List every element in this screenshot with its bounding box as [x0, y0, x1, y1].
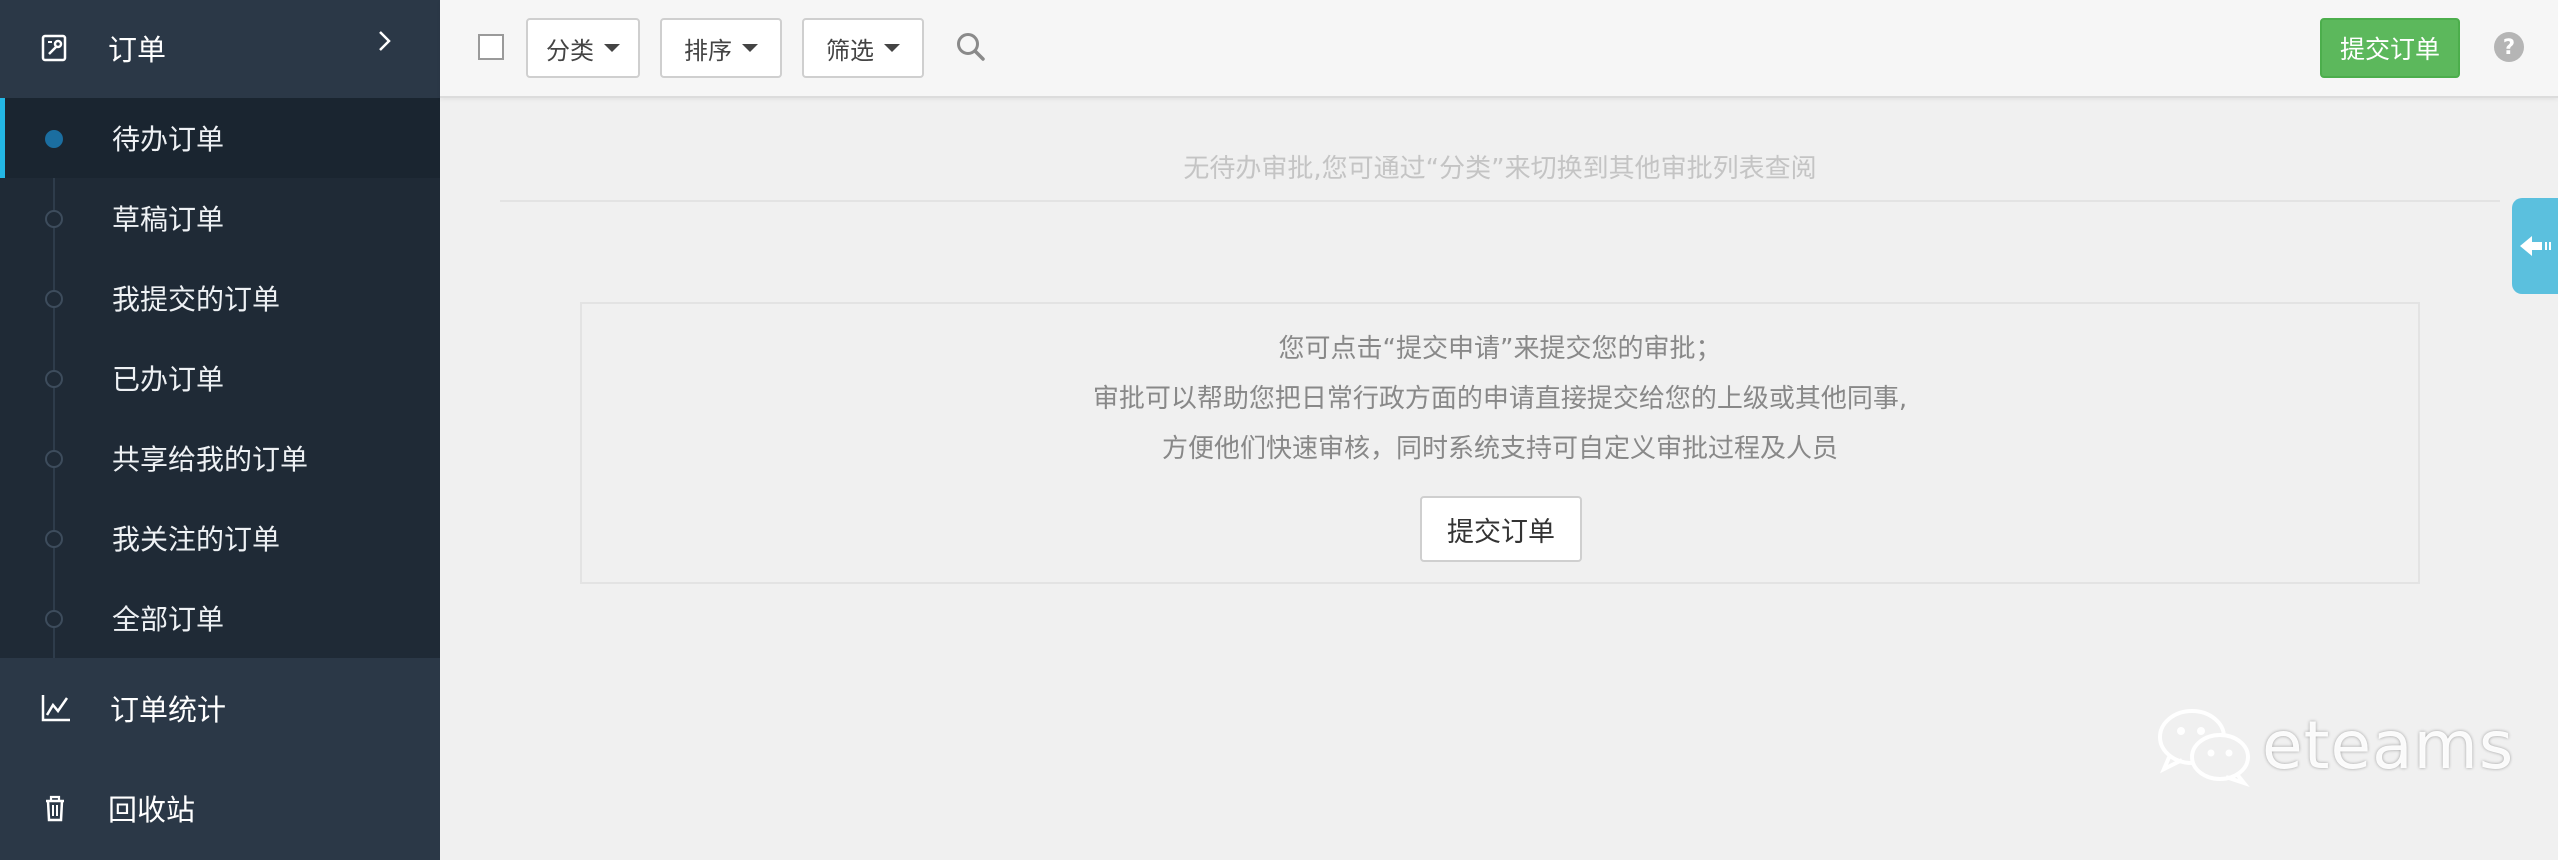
sidebar-item-label: 回收站	[108, 793, 196, 827]
chart-icon	[41, 695, 70, 722]
sidebar-item-label: 订单	[108, 33, 167, 67]
sidebar-item-pending[interactable]: 待办订单	[0, 98, 440, 178]
sidebar-item-followed[interactable]: 我关注的订单	[0, 498, 440, 578]
bullet-icon	[45, 290, 63, 308]
collapse-panel-tab[interactable]	[2512, 198, 2558, 294]
help-icon[interactable]: ?	[2494, 32, 2524, 62]
arrow-left-icon	[2520, 236, 2551, 256]
caret-down-icon	[742, 44, 758, 52]
sidebar-item-done[interactable]: 已办订单	[0, 338, 440, 418]
wechat-logo-icon	[2158, 709, 2250, 787]
filter-dropdown[interactable]: 筛选	[802, 18, 924, 78]
sidebar-item-label: 共享给我的订单	[112, 443, 309, 476]
sort-dropdown[interactable]: 排序	[660, 18, 782, 78]
sidebar-item-label: 我提交的订单	[112, 283, 281, 316]
chevron-right-icon[interactable]	[374, 26, 396, 56]
order-icon	[41, 34, 67, 62]
category-dropdown[interactable]: 分类	[526, 18, 640, 78]
category-dropdown-label: 分类	[546, 36, 594, 65]
caret-down-icon	[884, 44, 900, 52]
order-submenu: 待办订单 草稿订单 我提交的订单 已办订单 共享给我的订单 我关注的订单 全部订…	[0, 98, 440, 658]
select-all-checkbox[interactable]	[478, 34, 504, 60]
toolbar: 分类 排序 筛选 提交订单 ?	[440, 0, 2558, 98]
sidebar-item-recycle[interactable]: 回收站	[0, 758, 440, 858]
info-panel: 您可点击“提交申请”来提交您的审批； 审批可以帮助您把日常行政方面的申请直接提交…	[580, 302, 2420, 584]
bullet-icon	[45, 130, 63, 148]
sidebar-item-label: 全部订单	[112, 603, 225, 636]
bullet-icon	[45, 610, 63, 628]
bullet-icon	[45, 370, 63, 388]
sidebar-item-label: 我关注的订单	[112, 523, 281, 556]
caret-down-icon	[604, 44, 620, 52]
info-text-line: 审批可以帮助您把日常行政方面的申请直接提交给您的上级或其他同事,	[1092, 384, 1908, 414]
divider	[500, 200, 2500, 202]
filter-dropdown-label: 筛选	[826, 36, 874, 65]
empty-state-tip: 无待办审批,您可通过“分类”来切换到其他审批列表查阅	[1183, 154, 1817, 184]
info-text-line: 您可点击“提交申请”来提交您的审批；	[1278, 334, 1722, 364]
sidebar-item-label: 订单统计	[110, 693, 227, 727]
search-icon[interactable]	[954, 30, 988, 64]
bullet-icon	[45, 210, 63, 228]
submit-order-secondary-button[interactable]: 提交订单	[1420, 496, 1582, 562]
sort-dropdown-label: 排序	[684, 36, 732, 65]
info-text-line: 方便他们快速审核，同时系统支持可自定义审批过程及人员	[1161, 434, 1838, 464]
sidebar-item-label: 已办订单	[112, 363, 225, 396]
sidebar-item-label: 待办订单	[112, 123, 225, 156]
sidebar-item-drafts[interactable]: 草稿订单	[0, 178, 440, 258]
sidebar-item-stats[interactable]: 订单统计	[0, 658, 440, 758]
sidebar-item-shared[interactable]: 共享给我的订单	[0, 418, 440, 498]
bullet-icon	[45, 530, 63, 548]
submit-order-button[interactable]: 提交订单	[2320, 18, 2460, 78]
sidebar-item-all[interactable]: 全部订单	[0, 578, 440, 658]
sidebar-item-order[interactable]: 订单	[0, 0, 440, 96]
bullet-icon	[45, 450, 63, 468]
watermark: eteams	[2154, 700, 2514, 790]
sidebar-item-submitted[interactable]: 我提交的订单	[0, 258, 440, 338]
sidebar: 订单 待办订单 草稿订单 我提交的订单 已办订单 共享给我的订单 我关注的订单 …	[0, 0, 440, 860]
trash-icon	[46, 795, 64, 822]
sidebar-item-label: 草稿订单	[112, 203, 225, 236]
watermark-text: eteams	[2262, 706, 2515, 784]
